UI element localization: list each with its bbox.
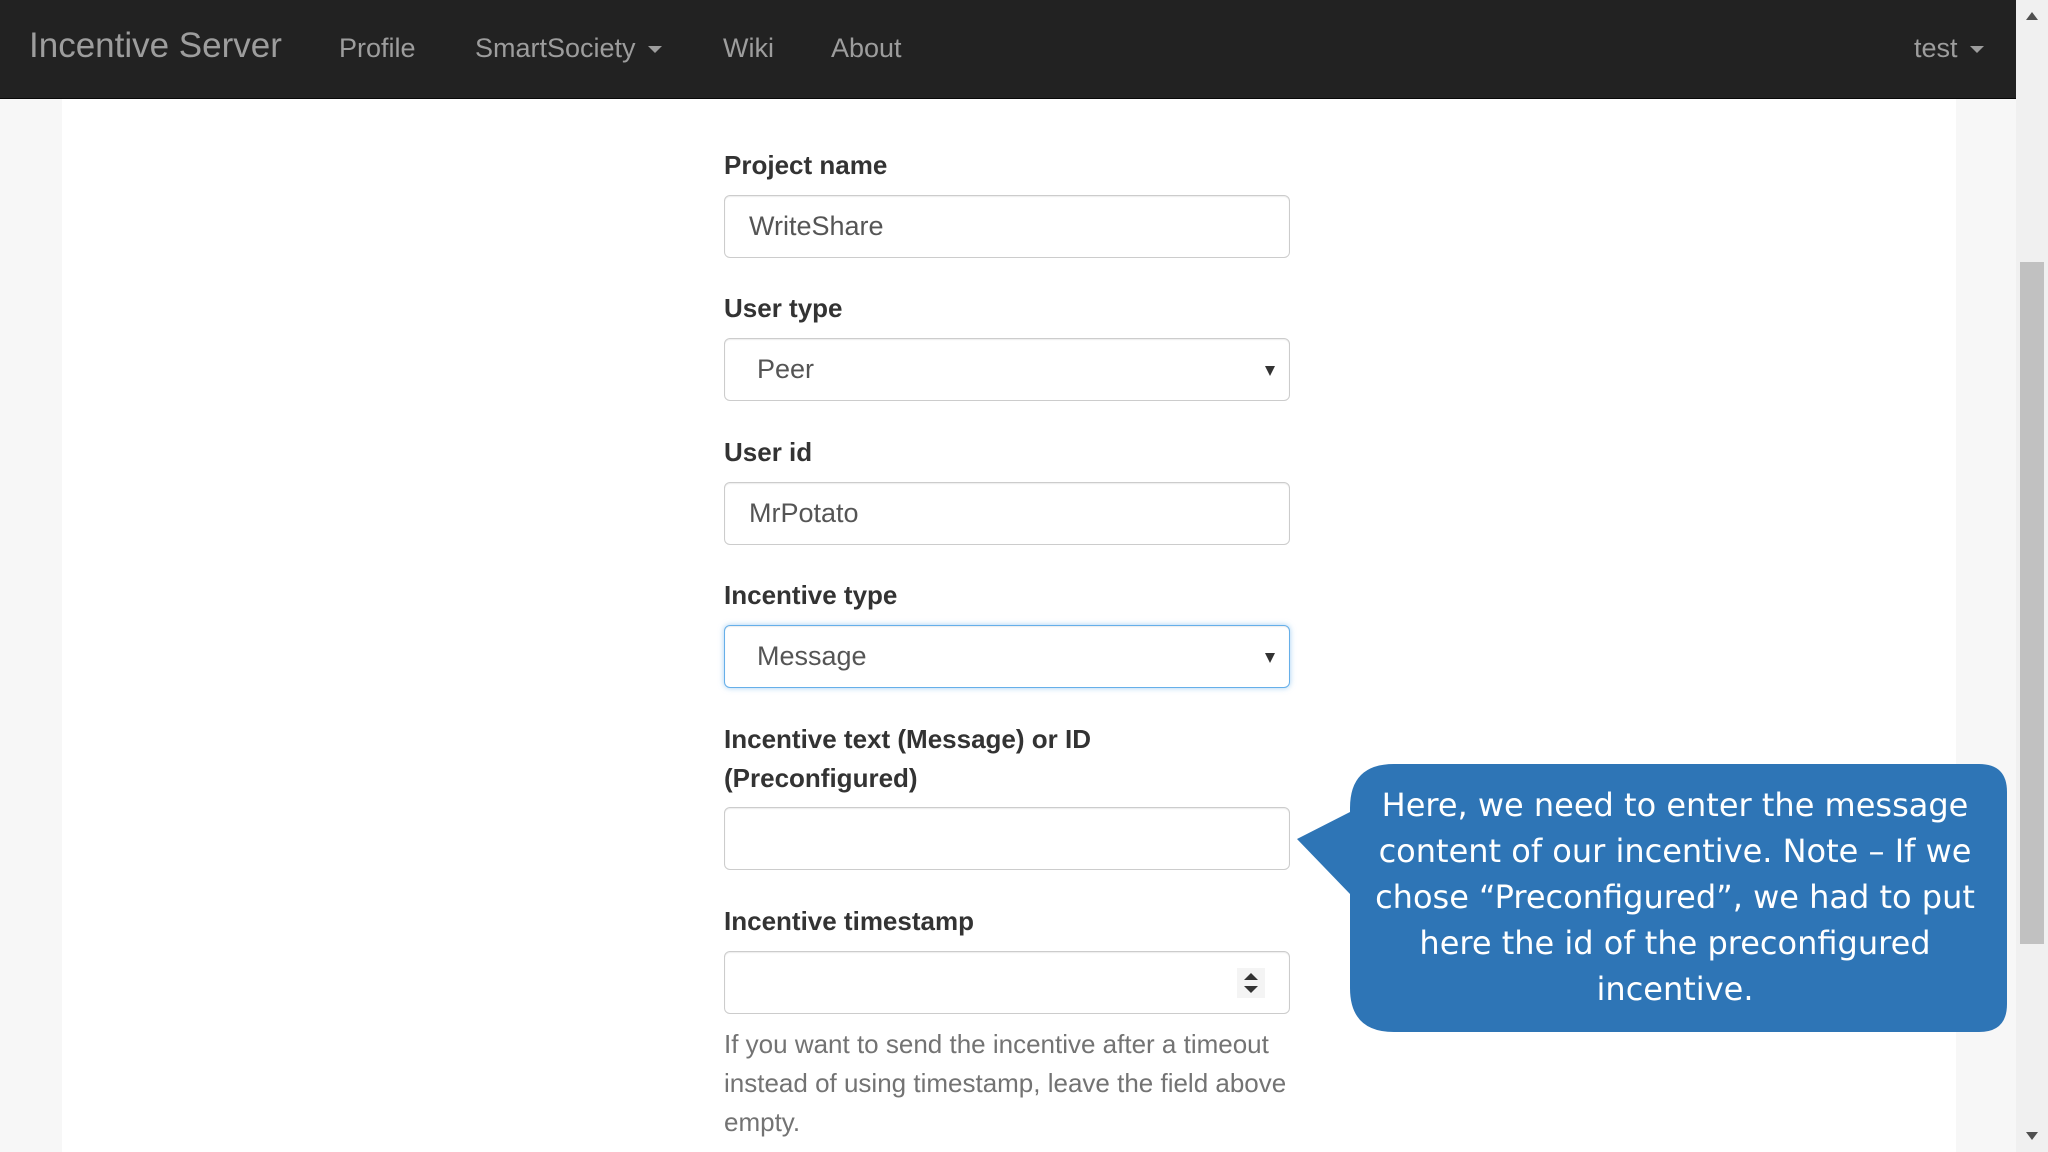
callout-text: Here, we need to enter the message conte… xyxy=(1375,786,1975,1008)
incentive-type-select[interactable]: Message xyxy=(724,625,1290,688)
incentive-timestamp-input[interactable] xyxy=(724,951,1290,1014)
nav-about-link[interactable]: About xyxy=(831,33,902,64)
project-name-label: Project name xyxy=(724,150,888,180)
incentive-type-label: Incentive type xyxy=(724,580,898,610)
nav-smartsociety-label: SmartSociety xyxy=(475,33,636,63)
nav-profile-link[interactable]: Profile xyxy=(339,33,416,64)
scroll-thumb[interactable] xyxy=(2020,262,2044,944)
caret-down-icon xyxy=(647,46,662,54)
user-id-input[interactable]: MrPotato xyxy=(724,482,1290,545)
incentive-text-label: Incentive text (Message) or ID (Preconfi… xyxy=(724,724,1091,793)
caret-down-icon xyxy=(1969,46,1984,54)
incentive-text-input[interactable] xyxy=(724,807,1290,870)
user-menu-dropdown[interactable]: test xyxy=(1914,33,1984,64)
user-id-label: User id xyxy=(724,437,813,467)
vertical-scrollbar[interactable] xyxy=(2016,0,2048,1152)
incentive-timestamp-label: Incentive timestamp xyxy=(724,906,974,936)
project-name-input[interactable]: WriteShare xyxy=(724,195,1290,258)
left-gutter xyxy=(0,98,62,1152)
user-type-label: User type xyxy=(724,293,843,323)
user-menu-label: test xyxy=(1914,33,1958,63)
user-id-value: MrPotato xyxy=(749,498,859,528)
timestamp-help-text: If you want to send the incentive after … xyxy=(724,1029,1287,1137)
top-navbar: Incentive Server Profile SmartSociety Wi… xyxy=(0,0,2016,99)
nav-smartsociety-dropdown[interactable]: SmartSociety xyxy=(475,33,662,64)
incentive-type-value: Message xyxy=(757,641,867,671)
select-arrow-icon xyxy=(1265,366,1275,376)
user-type-value: Peer xyxy=(757,354,815,384)
project-name-value: WriteShare xyxy=(749,211,884,241)
brand-link[interactable]: Incentive Server xyxy=(29,26,282,66)
scroll-down-arrow-icon[interactable] xyxy=(2026,1132,2038,1140)
select-arrow-icon xyxy=(1265,653,1275,663)
spinner-arrows-icon[interactable] xyxy=(1237,968,1265,998)
nav-wiki-link[interactable]: Wiki xyxy=(723,33,774,64)
scroll-up-arrow-icon[interactable] xyxy=(2026,12,2038,20)
user-type-select[interactable]: Peer xyxy=(724,338,1290,401)
